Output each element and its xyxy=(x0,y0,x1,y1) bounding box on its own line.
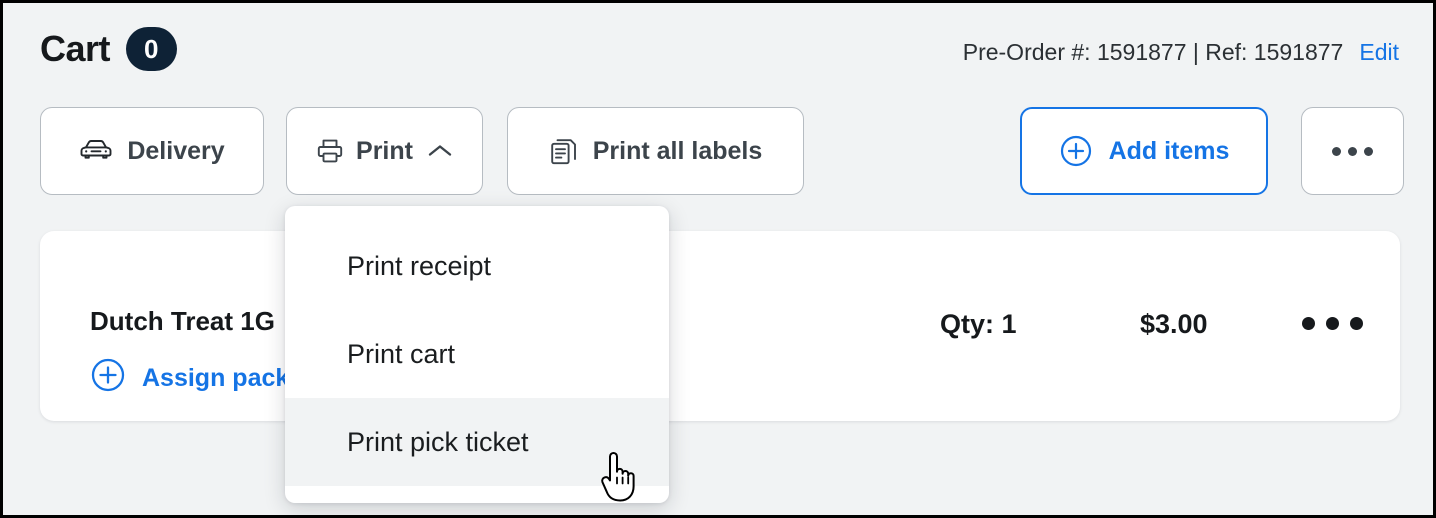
ellipsis-icon xyxy=(1332,147,1373,156)
menu-item-print-pick-ticket[interactable]: Print pick ticket xyxy=(285,398,669,486)
page-title: Cart xyxy=(40,31,110,67)
cart-item-menu-button[interactable] xyxy=(1302,317,1363,330)
action-toolbar: Delivery Print xyxy=(3,107,1433,199)
menu-item-print-receipt[interactable]: Print receipt xyxy=(285,222,669,310)
chevron-up-icon xyxy=(427,143,453,159)
documents-icon xyxy=(549,135,579,167)
cart-item-name: Dutch Treat 1G xyxy=(90,306,275,337)
print-button-label: Print xyxy=(356,137,413,166)
cart-heading-group: Cart 0 xyxy=(40,27,177,71)
order-reference-text: Pre-Order #: 1591877 | Ref: 1591877 xyxy=(963,39,1344,66)
plus-circle-icon xyxy=(90,357,126,400)
cart-item-quantity: Qty: 1 xyxy=(940,309,1017,340)
print-dropdown-menu: Print receipt Print cart Print pick tick… xyxy=(285,206,669,503)
cart-item-card: Dutch Treat 1G Assign package Qty: 1 $3.… xyxy=(40,231,1400,421)
printer-icon xyxy=(316,137,344,165)
add-items-label: Add items xyxy=(1109,137,1230,166)
cart-page: Cart 0 Pre-Order #: 1591877 | Ref: 15918… xyxy=(0,0,1436,518)
delivery-button[interactable]: Delivery xyxy=(40,107,264,195)
menu-item-print-cart[interactable]: Print cart xyxy=(285,310,669,398)
more-options-button[interactable] xyxy=(1301,107,1404,195)
cart-count-badge: 0 xyxy=(126,27,176,71)
print-all-labels-label: Print all labels xyxy=(593,137,763,166)
delivery-button-label: Delivery xyxy=(127,137,224,166)
car-icon xyxy=(79,138,113,164)
order-reference-group: Pre-Order #: 1591877 | Ref: 1591877 Edit xyxy=(963,39,1399,66)
page-header: Cart 0 Pre-Order #: 1591877 | Ref: 15918… xyxy=(3,3,1433,95)
cart-item-price: $3.00 xyxy=(1140,309,1208,340)
edit-order-link[interactable]: Edit xyxy=(1359,39,1399,66)
plus-circle-icon xyxy=(1059,134,1093,168)
add-items-button[interactable]: Add items xyxy=(1020,107,1268,195)
print-button[interactable]: Print xyxy=(286,107,483,195)
print-all-labels-button[interactable]: Print all labels xyxy=(507,107,804,195)
